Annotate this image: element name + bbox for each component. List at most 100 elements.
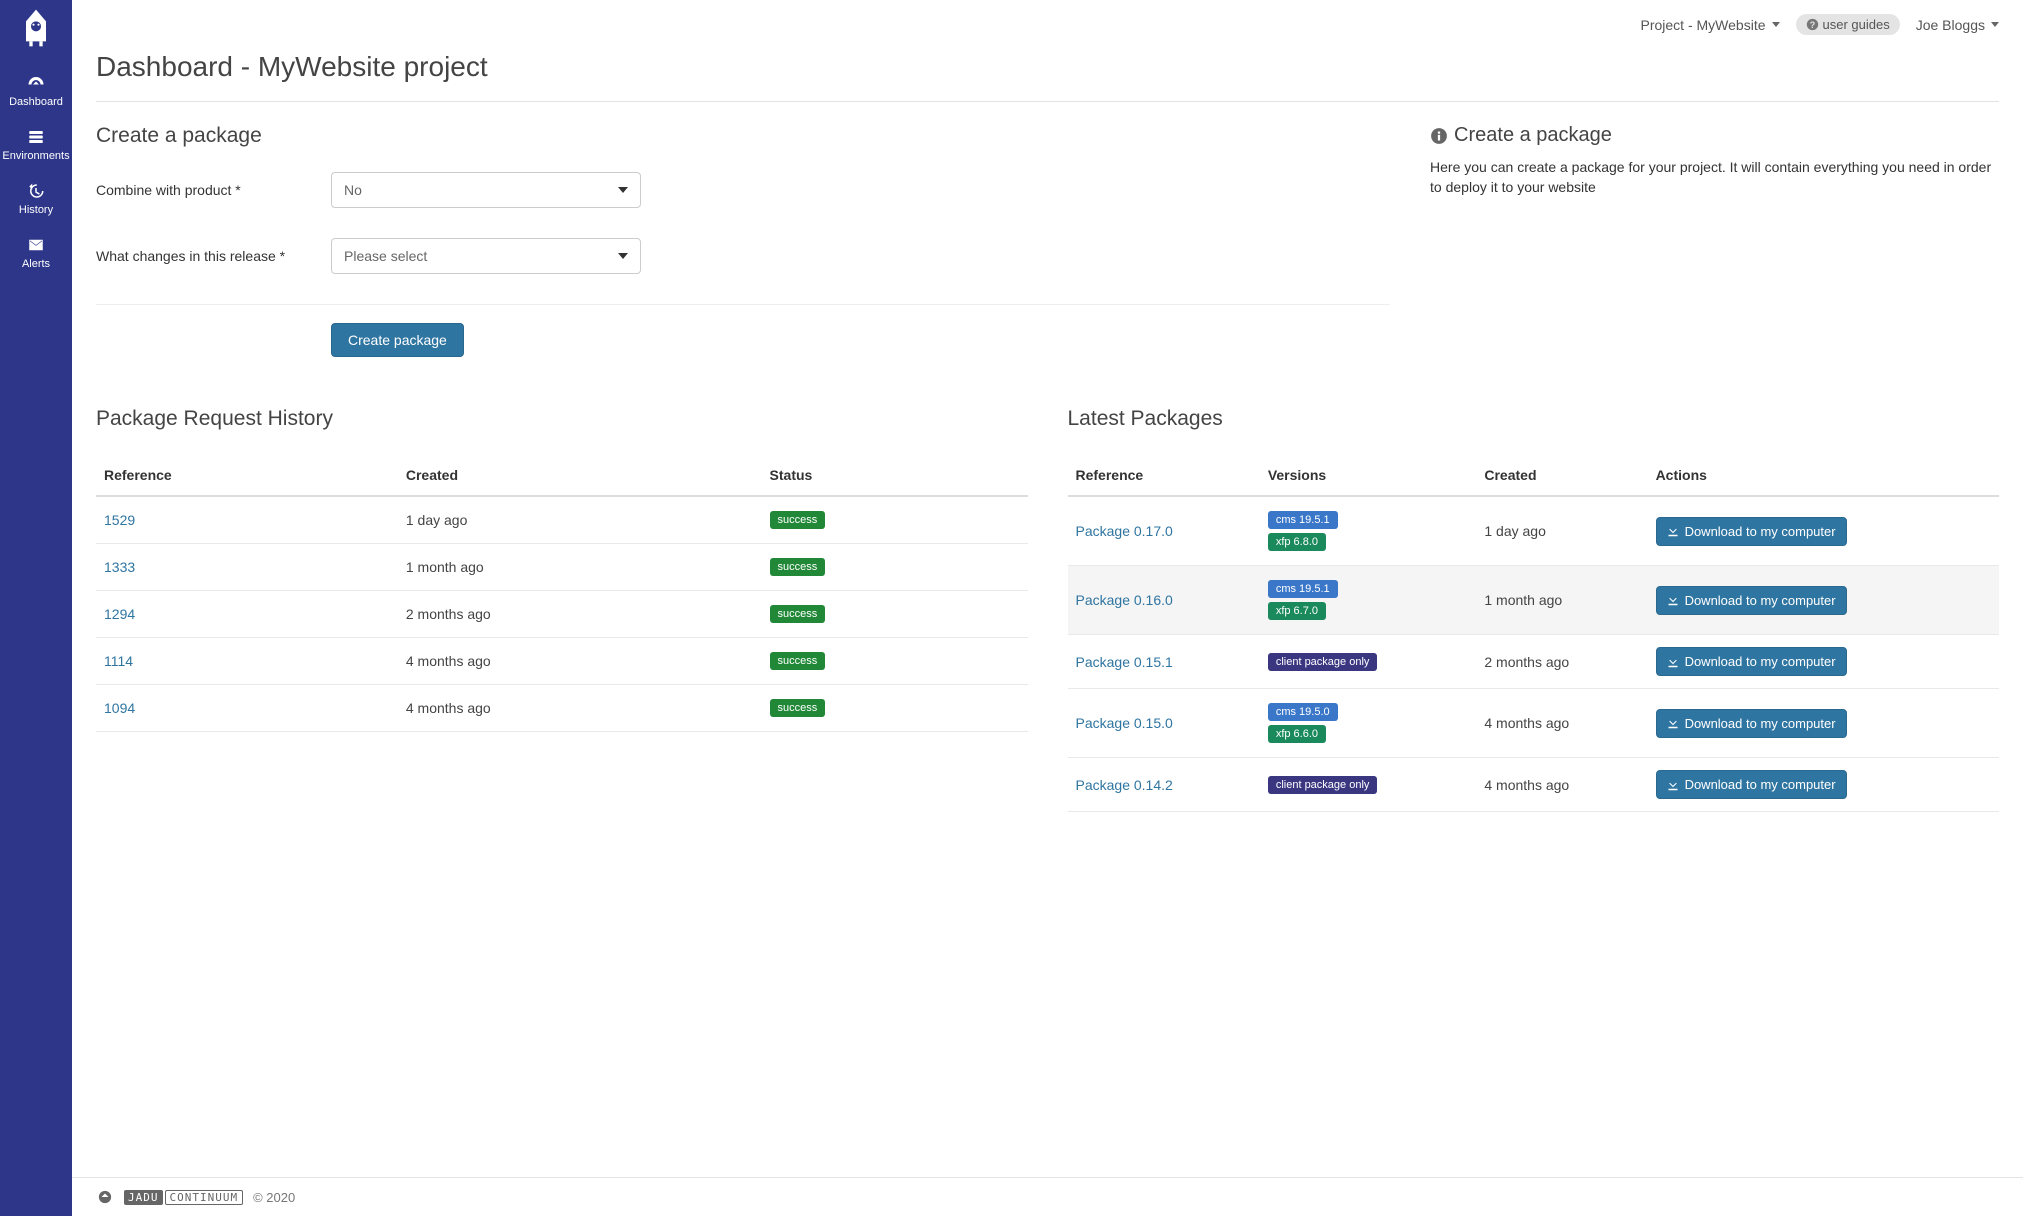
svg-text:?: ? [1809, 20, 1814, 30]
download-icon [1667, 525, 1679, 537]
history-reference-link[interactable]: 1294 [104, 606, 135, 622]
server-icon [25, 128, 47, 146]
sidebar-item-label: Alerts [0, 258, 72, 270]
download-icon [1667, 779, 1679, 791]
status-badge: success [770, 699, 826, 717]
table-row: Package 0.15.0 cms 19.5.0 xfp 6.6.0 4 month… [1068, 689, 2000, 758]
package-reference-link[interactable]: Package 0.15.0 [1076, 715, 1173, 731]
status-badge: success [770, 511, 826, 529]
info-icon [1430, 127, 1448, 145]
divider [96, 304, 1390, 305]
sidebar-item-dashboard[interactable]: Dashboard [0, 64, 72, 118]
latest-col-actions: Actions [1648, 455, 1999, 496]
table-row: 1114 4 months ago success [96, 638, 1028, 685]
package-versions: client package only [1260, 758, 1477, 812]
history-reference-link[interactable]: 1333 [104, 559, 135, 575]
history-reference-link[interactable]: 1114 [104, 653, 133, 669]
gauge-icon [25, 74, 47, 92]
version-badge: cms 19.5.0 [1268, 703, 1338, 721]
project-label: Project - MyWebsite [1641, 17, 1766, 33]
history-created: 1 day ago [398, 496, 762, 544]
download-icon [1667, 717, 1679, 729]
package-reference-link[interactable]: Package 0.16.0 [1076, 592, 1173, 608]
download-icon [1667, 656, 1679, 668]
package-created: 4 months ago [1476, 689, 1647, 758]
history-col-created: Created [398, 455, 762, 496]
table-row: Package 0.14.2 client package only 4 month… [1068, 758, 2000, 812]
chevron-down-icon [1991, 22, 1999, 27]
chevron-down-icon [618, 187, 628, 193]
latest-title: Latest Packages [1068, 407, 2000, 431]
history-reference-link[interactable]: 1529 [104, 512, 135, 528]
changes-label: What changes in this release * [96, 248, 331, 264]
changes-select[interactable]: Please select [331, 238, 641, 274]
history-reference-link[interactable]: 1094 [104, 700, 135, 716]
package-reference-link[interactable]: Package 0.14.2 [1076, 777, 1173, 793]
table-row: 1333 1 month ago success [96, 544, 1028, 591]
sidebar: Dashboard Environments History Alerts [0, 0, 72, 1216]
footer-copyright: © 2020 [253, 1190, 295, 1205]
table-row: Package 0.15.1client package only2 month… [1068, 635, 2000, 689]
history-created: 4 months ago [398, 685, 762, 732]
download-button[interactable]: Download to my computer [1656, 647, 1847, 676]
create-package-button[interactable]: Create package [331, 323, 464, 357]
history-icon [25, 182, 47, 200]
history-created: 2 months ago [398, 591, 762, 638]
package-versions: cms 19.5.0 xfp 6.6.0 [1260, 689, 1477, 758]
package-versions: client package only [1260, 635, 1477, 689]
create-package-title: Create a package [96, 124, 1390, 148]
latest-table: Reference Versions Created Actions Packa… [1068, 455, 2000, 812]
download-button[interactable]: Download to my computer [1656, 517, 1847, 546]
history-created: 1 month ago [398, 544, 762, 591]
status-badge: success [770, 558, 826, 576]
version-badge: xfp 6.8.0 [1268, 533, 1326, 551]
download-button[interactable]: Download to my computer [1656, 586, 1847, 615]
combine-label: Combine with product * [96, 182, 331, 198]
user-guides-label: user guides [1823, 17, 1890, 32]
sidebar-item-history[interactable]: History [0, 172, 72, 226]
table-row: Package 0.16.0cms 19.5.1xfp 6.7.01 month… [1068, 566, 2000, 635]
sidebar-item-environments[interactable]: Environments [0, 118, 72, 172]
latest-col-created: Created [1476, 455, 1647, 496]
history-created: 4 months ago [398, 638, 762, 685]
history-col-reference: Reference [96, 455, 398, 496]
version-badge: client package only [1268, 776, 1378, 794]
sidebar-item-label: Dashboard [0, 96, 72, 108]
help-icon: ? [1806, 18, 1819, 31]
package-created: 1 day ago [1476, 496, 1647, 566]
status-badge: success [770, 652, 826, 670]
brand-logo [18, 6, 54, 50]
divider [96, 101, 1999, 102]
table-row: Package 0.17.0 cms 19.5.1 xfp 6.8.0 1 day a… [1068, 496, 2000, 566]
scroll-top-button[interactable] [96, 1188, 114, 1206]
version-badge: xfp 6.7.0 [1268, 602, 1326, 620]
history-title: Package Request History [96, 407, 1028, 431]
user-label: Joe Bloggs [1916, 17, 1985, 33]
download-button[interactable]: Download to my computer [1656, 709, 1847, 738]
package-reference-link[interactable]: Package 0.17.0 [1076, 523, 1173, 539]
envelope-icon [25, 236, 47, 254]
combine-select[interactable]: No [331, 172, 641, 208]
package-created: 4 months ago [1476, 758, 1647, 812]
latest-col-reference: Reference [1068, 455, 1260, 496]
history-table: Reference Created Status 15291 day agosu… [96, 455, 1028, 732]
info-title: Create a package [1430, 124, 1999, 147]
info-body: Here you can create a package for your p… [1430, 157, 1999, 198]
latest-col-versions: Versions [1260, 455, 1477, 496]
combine-value: No [344, 182, 362, 198]
version-badge: xfp 6.6.0 [1268, 725, 1326, 743]
download-button[interactable]: Download to my computer [1656, 770, 1847, 799]
page-title: Dashboard - MyWebsite project [96, 43, 1999, 101]
user-guides-button[interactable]: ? user guides [1796, 14, 1900, 35]
table-row: 1294 2 months ago success [96, 591, 1028, 638]
version-badge: cms 19.5.1 [1268, 511, 1338, 529]
changes-value: Please select [344, 248, 427, 264]
user-dropdown[interactable]: Joe Bloggs [1916, 17, 1999, 33]
project-dropdown[interactable]: Project - MyWebsite [1641, 17, 1780, 33]
status-badge: success [770, 605, 826, 623]
footer: JADU CONTINUUM © 2020 [72, 1177, 2023, 1216]
sidebar-item-alerts[interactable]: Alerts [0, 226, 72, 280]
sidebar-item-label: History [0, 204, 72, 216]
package-created: 1 month ago [1476, 566, 1647, 635]
package-reference-link[interactable]: Package 0.15.1 [1076, 654, 1173, 670]
